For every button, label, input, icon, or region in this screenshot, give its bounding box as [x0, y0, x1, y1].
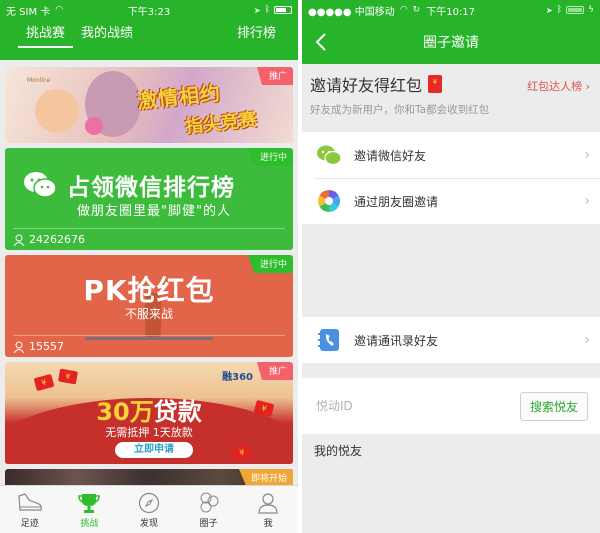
clock: 下午3:23 [127, 6, 171, 18]
shoe-icon [18, 493, 42, 511]
battery-icon [274, 6, 292, 14]
apply-now-button[interactable]: 立即申请 [115, 442, 193, 458]
promo-title-line2: 指尖竞赛 [184, 109, 259, 138]
nav-bar: 圈子邀请 [302, 20, 600, 64]
bottom-tabbar: 足迹 挑战 发现 圈子 我 [0, 485, 298, 533]
brand-logo: 融360 [222, 372, 253, 383]
challenge-subtitle: 做朋友圈里最"脚健"的人 [77, 204, 231, 219]
clock: 下午10:17 [426, 6, 476, 18]
invite-options: 邀请微信好友 › 通过朋友圈邀请 › [302, 132, 600, 224]
challenge-screen: 无 SIM 卡 ◠ 下午3:23 ➤ ᛒ 挑战赛 我的战绩 排行榜 Monlin… [0, 0, 298, 533]
status-badge: 即将开始 [238, 469, 293, 485]
challenge-subtitle: 不服来战 [124, 307, 173, 321]
location-icon: ➤ [545, 5, 553, 15]
promo-card-game[interactable]: Monline 激情相约 指尖竞赛 推广 [5, 67, 293, 143]
invite-wechat-friends[interactable]: 邀请微信好友 › [302, 132, 600, 178]
participant-count: 24262676 [29, 233, 85, 246]
tab-my-records[interactable]: 我的战绩 [73, 20, 141, 60]
contacts-icon [316, 327, 342, 353]
top-tabs: 挑战赛 我的战绩 排行榜 [0, 20, 298, 60]
participants-row: 24262676 [13, 228, 285, 250]
red-envelope-icon [428, 75, 443, 93]
loan-title: 30万贷款 [96, 398, 202, 426]
challenge-title: PK抢红包 [83, 274, 215, 307]
left-header: 无 SIM 卡 ◠ 下午3:23 ➤ ᛒ 挑战赛 我的战绩 排行榜 [0, 0, 298, 60]
wechat-icon [24, 172, 57, 198]
person-icon [13, 234, 25, 246]
tab-challenges[interactable]: 挑战赛 [18, 20, 74, 60]
carrier-label: ●●●●● 中国移动 [308, 6, 395, 18]
compass-icon [138, 492, 160, 514]
yuedong-id-input[interactable] [316, 399, 520, 413]
invite-contacts[interactable]: 邀请通讯录好友 › [302, 317, 600, 363]
status-bar: ●●●●● 中国移动 ◠ ↻ 下午10:17 ➤ ᛒ ϟ [302, 0, 600, 20]
promo-badge: 推广 [256, 67, 293, 85]
invite-title: 邀请好友得红包 [310, 76, 423, 95]
person-icon [13, 341, 25, 353]
chevron-right-icon: › [584, 147, 590, 163]
contacts-group: 邀请通讯录好友 › [302, 317, 600, 363]
promo-card-loan[interactable]: ¥ ¥ ¥ ¥ 融360 30万贷款 无需抵押 1天放款 立即申请 推广 [5, 362, 293, 464]
invite-subtitle: 好友成为新用户，你和Ta都会收到红包 [310, 104, 490, 116]
wifi-icon: ◠ [399, 5, 408, 15]
chevron-right-icon: › [584, 332, 590, 348]
page-title: 圈子邀请 [423, 35, 479, 51]
status-badge: 进行中 [247, 148, 293, 166]
person-icon [258, 493, 278, 514]
participants-row: 15557 [13, 335, 285, 357]
tabbar-item-discover[interactable]: 发现 [119, 486, 179, 533]
promo-badge: 推广 [256, 362, 293, 380]
friend-search-row: 搜索悦友 [302, 378, 600, 434]
challenge-card-pk-redpacket[interactable]: PK抢红包 不服来战 15557 进行中 [5, 255, 293, 357]
tabbar-item-circles[interactable]: 圈子 [179, 486, 239, 533]
red-envelope-icon: ¥ [33, 373, 55, 392]
circles-icon [200, 492, 219, 513]
loan-subtitle: 无需抵押 1天放款 [105, 426, 193, 439]
status-badge: 进行中 [247, 255, 293, 273]
challenge-card-upcoming[interactable]: 即将开始 [5, 469, 293, 485]
challenge-title: 占领微信排行榜 [67, 175, 235, 201]
bluetooth-icon: ᛒ [556, 5, 563, 15]
tab-leaderboard[interactable]: 排行榜 [229, 20, 284, 60]
lollipop-art [85, 117, 103, 135]
red-envelope-icon: ¥ [58, 368, 78, 385]
my-friends-label: 我的悦友 [314, 444, 363, 458]
chevron-right-icon: › [585, 80, 590, 93]
invite-header: 邀请好友得红包 红包达人榜 › 好友成为新用户，你和Ta都会收到红包 [302, 64, 600, 132]
battery-icon [566, 6, 585, 14]
back-button[interactable] [312, 30, 332, 54]
participant-count: 15557 [29, 340, 64, 353]
invite-via-moments[interactable]: 通过朋友圈邀请 › [302, 178, 600, 224]
game-logo: Monline [27, 77, 51, 84]
sync-icon: ↻ [412, 5, 421, 15]
chevron-right-icon: › [584, 193, 590, 209]
search-friends-button[interactable]: 搜索悦友 [519, 391, 588, 421]
right-header: ●●●●● 中国移动 ◠ ↻ 下午10:17 ➤ ᛒ ϟ 圈子邀请 [302, 0, 600, 64]
trophy-icon [78, 494, 101, 513]
tabbar-item-footprint[interactable]: 足迹 [0, 486, 60, 533]
circle-invite-screen: ●●●●● 中国移动 ◠ ↻ 下午10:17 ➤ ᛒ ϟ 圈子邀请 邀请好友得红… [302, 0, 600, 533]
charging-icon: ϟ [588, 5, 594, 15]
tabbar-item-me[interactable]: 我 [238, 486, 298, 533]
status-bar: 无 SIM 卡 ◠ 下午3:23 ➤ ᛒ [0, 0, 298, 20]
challenge-list[interactable]: Monline 激情相约 指尖竞赛 推广 占领微信排行榜 做朋友圈里最"脚健"的… [0, 64, 298, 485]
character-art [35, 89, 79, 133]
red-envelope-rank-link[interactable]: 红包达人榜 › [527, 78, 590, 94]
challenge-card-wechat-rank[interactable]: 占领微信排行榜 做朋友圈里最"脚健"的人 24262676 进行中 [5, 148, 293, 250]
moments-icon [316, 188, 342, 214]
wechat-icon [316, 142, 342, 168]
tabbar-item-challenge[interactable]: 挑战 [60, 486, 120, 533]
promo-title-line1: 激情相约 [136, 80, 223, 114]
